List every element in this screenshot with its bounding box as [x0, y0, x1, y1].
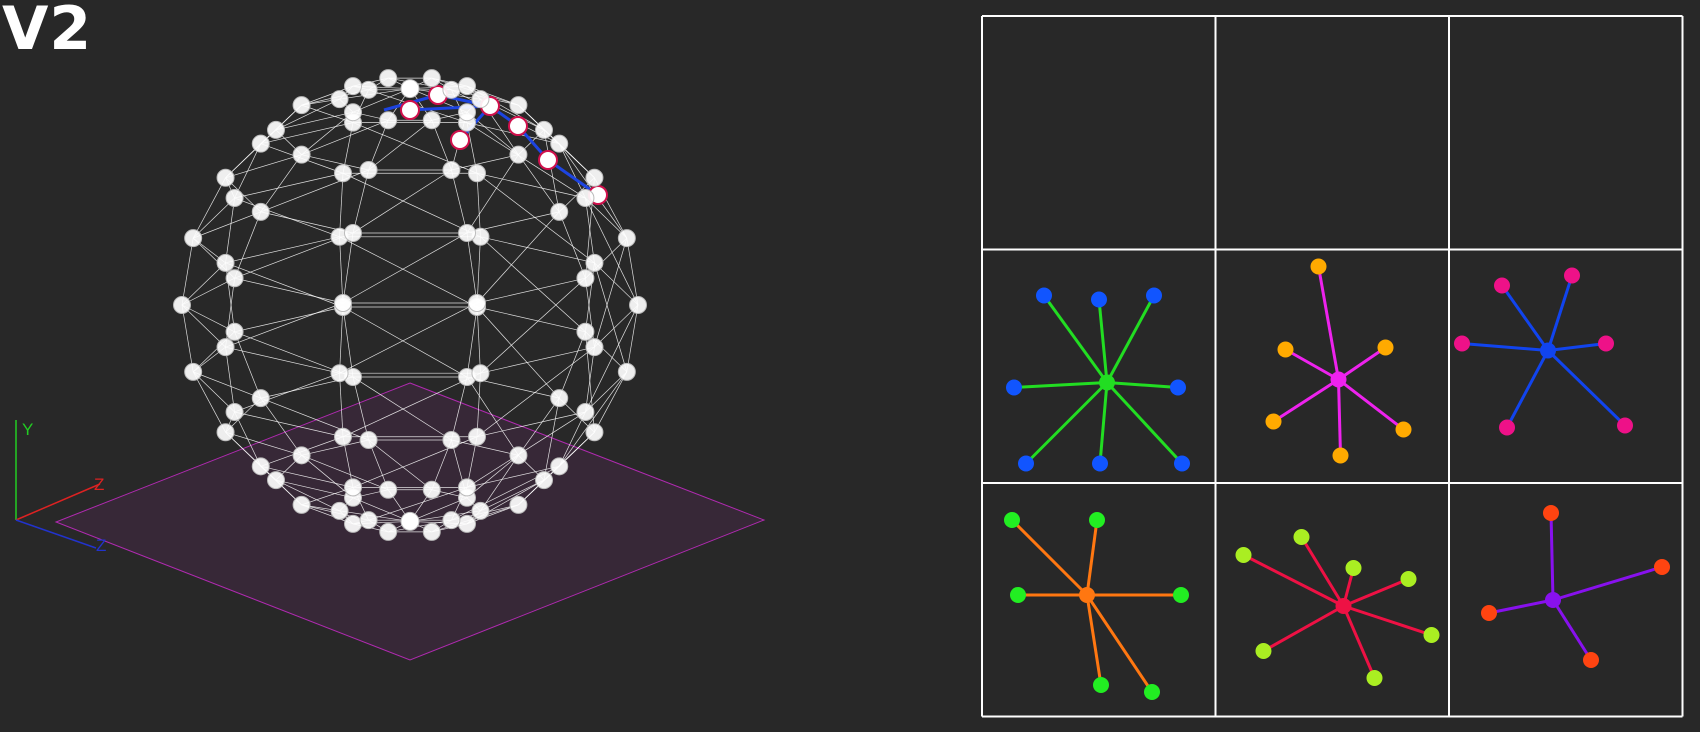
- star-leaf-node[interactable]: [1091, 291, 1107, 308]
- star-leaf-node[interactable]: [1345, 560, 1362, 576]
- star-edge: [1342, 577, 1410, 608]
- star-leaf-node[interactable]: [1400, 571, 1417, 587]
- star-edge: [1551, 599, 1593, 661]
- star-edge: [1549, 512, 1555, 601]
- star-hub-node[interactable]: [1099, 374, 1115, 391]
- star-leaf-node[interactable]: [1395, 421, 1412, 438]
- star-leaf-node[interactable]: [1144, 684, 1160, 700]
- star-leaf-node[interactable]: [1454, 335, 1470, 352]
- star-edge: [1552, 565, 1663, 602]
- star-leaf-node[interactable]: [1092, 455, 1108, 472]
- star-graph-cell[interactable]: [1454, 267, 1633, 436]
- star-leaf-node[interactable]: [1377, 339, 1394, 356]
- star-edge: [1461, 342, 1549, 352]
- star-edge: [1085, 594, 1154, 693]
- star-edge: [1546, 349, 1627, 427]
- star-edge: [1337, 346, 1387, 381]
- star-graph-cell[interactable]: [1265, 258, 1412, 464]
- star-edge: [1042, 294, 1109, 384]
- star-edge: [1337, 378, 1405, 431]
- star-leaf-node[interactable]: [1654, 559, 1670, 575]
- star-leaf-node[interactable]: [1499, 419, 1515, 436]
- star-edge: [1284, 348, 1340, 381]
- star-hub-node[interactable]: [1330, 371, 1347, 388]
- star-edge: [1097, 299, 1109, 383]
- star-leaf-node[interactable]: [1310, 258, 1327, 275]
- star-edge: [1098, 382, 1109, 464]
- star-edge: [1546, 275, 1574, 351]
- star-edge: [1085, 594, 1103, 686]
- star-edge: [1105, 381, 1184, 465]
- star-leaf-node[interactable]: [1277, 341, 1294, 358]
- star-leaf-node[interactable]: [1543, 505, 1559, 521]
- star-leaf-node[interactable]: [1332, 447, 1349, 464]
- star-leaf-node[interactable]: [1583, 652, 1599, 668]
- star-hub-node[interactable]: [1335, 598, 1352, 614]
- star-hub-node[interactable]: [1540, 342, 1556, 359]
- star-leaf-node[interactable]: [1018, 455, 1034, 472]
- star-edge: [1024, 381, 1109, 465]
- star-leaf-node[interactable]: [1423, 627, 1440, 643]
- star-edge: [1272, 378, 1340, 423]
- star-edge: [1013, 381, 1108, 389]
- star-leaf-node[interactable]: [1006, 379, 1022, 396]
- star-graph-grid: [981, 15, 1684, 718]
- star-graph-cell[interactable]: [1235, 529, 1440, 686]
- star-graph-cell[interactable]: [1006, 287, 1190, 472]
- star-graph-cell[interactable]: [1481, 505, 1670, 668]
- star-edge: [1505, 349, 1550, 429]
- star-edge: [1343, 604, 1432, 637]
- star-edge: [1085, 519, 1099, 596]
- star-leaf-node[interactable]: [1564, 267, 1580, 284]
- star-edge: [1317, 266, 1340, 380]
- star-leaf-node[interactable]: [1170, 379, 1186, 396]
- star-leaf-node[interactable]: [1481, 605, 1497, 621]
- star-graph-cell[interactable]: [1004, 512, 1189, 700]
- star-edge: [1488, 598, 1554, 615]
- star-leaf-node[interactable]: [1036, 287, 1052, 304]
- star-leaf-node[interactable]: [1598, 335, 1614, 352]
- star-leaf-node[interactable]: [1093, 677, 1109, 693]
- star-edge: [1262, 604, 1345, 653]
- star-hub-node[interactable]: [1545, 592, 1561, 608]
- star-leaf-node[interactable]: [1173, 587, 1189, 603]
- star-edge: [1106, 381, 1179, 389]
- star-leaf-node[interactable]: [1366, 670, 1383, 686]
- star-leaf-node[interactable]: [1265, 413, 1282, 430]
- star-leaf-node[interactable]: [1089, 512, 1105, 528]
- star-edge: [1105, 294, 1156, 384]
- star-leaf-node[interactable]: [1174, 455, 1190, 472]
- star-leaf-node[interactable]: [1235, 547, 1252, 563]
- star-leaf-node[interactable]: [1293, 529, 1310, 545]
- star-leaf-node[interactable]: [1004, 512, 1020, 528]
- star-leaf-node[interactable]: [1010, 587, 1026, 603]
- star-edge: [1342, 605, 1376, 679]
- star-edge: [1010, 518, 1089, 597]
- star-hub-node[interactable]: [1079, 587, 1095, 603]
- star-edge: [1500, 284, 1550, 352]
- star-edge: [1337, 379, 1342, 456]
- star-leaf-node[interactable]: [1617, 417, 1633, 434]
- star-leaf-node[interactable]: [1255, 643, 1272, 659]
- star-edge: [1547, 342, 1607, 352]
- star-leaf-node[interactable]: [1494, 277, 1510, 294]
- star-leaf-node[interactable]: [1146, 287, 1162, 304]
